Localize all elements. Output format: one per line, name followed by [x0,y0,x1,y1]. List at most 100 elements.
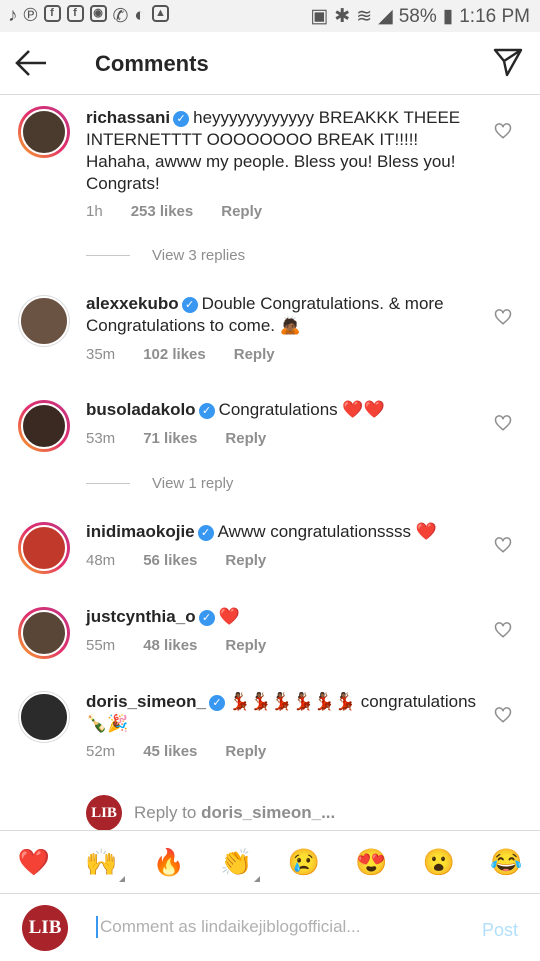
direct-send-icon[interactable] [492,46,524,78]
comment-body: Congratulations ❤️❤️ [218,400,385,419]
reply-to-indicator: LIB Reply to doris_simeon_... [86,795,335,831]
emoji-glyph: 👏 [220,847,253,877]
comment-text: alexxekubo ✓ Double Congratulations. & mor… [86,293,486,337]
status-bar: ♪ ℗ f f ◉ ✆ ◐ ▲ ▣ ✱ ≋ ◢ 58% ▮ 1:16 PM [0,0,540,32]
signal-icon: ◢ [378,6,393,27]
avatar-photo [21,109,67,155]
clapping-hands-icon[interactable]: 👏 [220,847,261,882]
reply-to-prefix: Reply to [134,803,202,822]
verified-badge-icon: ✓ [197,525,214,541]
skin-tone-indicator [119,876,126,882]
raising-hands-icon[interactable]: 🙌 [85,847,126,882]
instagram-icon: ◉ [89,5,107,22]
pinterest-icon: ℗ [23,5,38,26]
like-heart-icon[interactable] [494,308,512,326]
verified-badge-icon: ✓ [181,297,198,313]
username[interactable]: alexxekubo [86,294,179,313]
notification-icons: ♪ ℗ f f ◉ ✆ ◐ ▲ [8,5,169,28]
like-heart-icon[interactable] [494,122,512,140]
crying-face-icon[interactable]: 😢 [288,847,320,878]
comment-meta: 55m 48 likes Reply [86,637,294,654]
view-replies-label: View 1 reply [152,475,234,492]
fire-icon[interactable]: 🔥 [153,847,185,878]
reply-to-username: doris_simeon_... [201,803,336,822]
tears-of-joy-icon[interactable]: 😂 [490,847,522,878]
avatar-photo [21,525,67,571]
reply-button[interactable]: Reply [234,346,275,363]
username[interactable]: doris_simeon_ [86,692,206,711]
comment-input[interactable] [96,916,472,938]
likes-count[interactable]: 56 likes [143,552,197,569]
comment-text: richassani ✓ heyyyyyyyyyyyy BREAKKK THEEE … [86,107,486,195]
avatar-photo [19,296,69,346]
username[interactable]: justcynthia_o [86,607,196,626]
comment-time: 48m [86,552,116,569]
like-heart-icon[interactable] [494,706,512,724]
like-heart-icon[interactable] [494,621,512,639]
avatar[interactable] [18,691,70,743]
comment-body: Awww congratulationssss ❤️ [217,522,437,541]
verified-badge-icon: ✓ [209,695,225,711]
like-heart-icon[interactable] [494,414,512,432]
reply-button[interactable]: Reply [221,203,262,220]
verified-badge-icon: ✓ [173,111,190,127]
tiktok-icon: ♪ [8,5,18,26]
username[interactable]: busoladakolo [86,400,196,419]
avatar-photo [21,610,67,656]
verified-badge-icon: ✓ [198,610,215,626]
skin-tone-indicator [254,876,261,882]
reply-avatar: LIB [86,795,122,831]
gallery-icon: ▲ [151,5,169,22]
comment-meta: 53m 71 likes Reply [86,430,294,447]
comment-time: 53m [86,430,116,447]
reply-button[interactable]: Reply [225,552,266,569]
comment-meta: 48m 56 likes Reply [86,552,294,569]
reply-button[interactable]: Reply [225,637,266,654]
comment-text: doris_simeon_ ✓ 💃🏾💃🏾💃🏾💃🏾💃🏾💃🏾 congratulatio… [86,691,486,735]
view-replies-link[interactable]: View 1 reply [86,475,233,492]
comment-meta: 1h 253 likes Reply [86,203,290,220]
likes-count[interactable]: 48 likes [143,637,197,654]
comment-text: busoladakolo ✓ Congratulations ❤️❤️ [86,399,486,421]
battery-percent: 58% [398,5,437,27]
comment-meta: 35m 102 likes Reply [86,346,303,363]
clock: 1:16 PM [459,5,530,27]
back-arrow-icon[interactable] [14,48,48,78]
avatar[interactable] [18,295,70,347]
post-button[interactable]: Post [482,920,518,941]
username[interactable]: inidimaokojie [86,522,195,541]
divider [86,255,130,256]
surprised-face-icon[interactable]: 😮 [423,847,455,878]
view-replies-link[interactable]: View 3 replies [86,247,245,264]
facebook-icon: f [43,5,61,22]
like-heart-icon[interactable] [494,536,512,554]
likes-count[interactable]: 45 likes [143,743,197,760]
system-icons: ▣ ✱ ≋ ◢ 58% ▮ 1:16 PM [310,5,530,28]
avatar[interactable] [18,106,70,158]
avatar[interactable] [18,522,70,574]
battery-icon: ▮ [442,6,454,27]
view-replies-label: View 3 replies [152,247,246,264]
sim-icon: ▣ [310,6,329,27]
messenger-icon: ◐ [134,5,146,26]
likes-count[interactable]: 71 likes [143,430,197,447]
facebook-icon: f [66,5,84,22]
page-title: Comments [95,51,209,76]
comment-input-bar: LIB Post [0,893,540,961]
verified-badge-icon: ✓ [198,403,215,419]
likes-count[interactable]: 253 likes [131,203,194,220]
likes-count[interactable]: 102 likes [143,346,206,363]
bluetooth-icon: ✱ [334,6,351,27]
reply-button[interactable]: Reply [225,430,266,447]
header: Comments [0,32,540,95]
red-heart-icon[interactable]: ❤️ [18,847,50,878]
comment-meta: 52m 45 likes Reply [86,743,294,760]
comment-time: 55m [86,637,116,654]
wifi-icon: ≋ [356,6,373,27]
avatar[interactable] [18,400,70,452]
username[interactable]: richassani [86,108,170,127]
reply-button[interactable]: Reply [225,743,266,760]
heart-eyes-icon[interactable]: 😍 [355,847,387,878]
comment-text: justcynthia_o ✓ ❤️ [86,606,486,628]
avatar[interactable] [18,607,70,659]
